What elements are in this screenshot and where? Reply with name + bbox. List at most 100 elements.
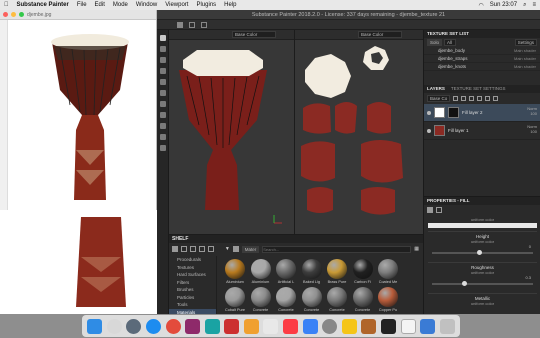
material-item[interactable]: Baked Lig <box>300 259 324 285</box>
paint-brush-icon[interactable] <box>159 35 166 41</box>
material-item[interactable]: Aluminium <box>249 259 273 285</box>
grid-icon[interactable] <box>177 22 183 28</box>
menu-window[interactable]: Window <box>136 2 157 8</box>
tab-layers[interactable]: LAYERS <box>427 85 445 93</box>
settings-dropdown[interactable]: Settings <box>514 39 537 46</box>
eraser-icon[interactable] <box>159 46 166 52</box>
import-icon[interactable] <box>189 246 196 252</box>
folder-icon[interactable] <box>172 246 178 252</box>
category-tools[interactable]: Tools <box>169 301 216 309</box>
add-layer-icon[interactable] <box>453 96 459 101</box>
shelf-search-input[interactable] <box>262 245 412 253</box>
layer-row[interactable]: Fill layer 1 Norm 100 <box>424 122 540 140</box>
viewport-2d[interactable]: Base Color <box>295 30 423 234</box>
calendar-icon[interactable] <box>243 318 259 334</box>
roughness-slider-knob[interactable] <box>462 281 468 286</box>
base-color-swatch[interactable] <box>428 223 537 228</box>
material-item[interactable]: Cobalt Pure <box>223 286 247 313</box>
system-preferences-icon[interactable] <box>322 318 338 334</box>
height-slider[interactable] <box>432 250 533 255</box>
channels-icon[interactable] <box>436 207 442 213</box>
add-fill-icon[interactable] <box>461 96 467 101</box>
menu-edit[interactable]: Edit <box>95 2 105 8</box>
clock[interactable]: Sun 23:07 <box>490 2 517 8</box>
wifi-icon[interactable]: ◠ <box>479 2 484 9</box>
clone-icon[interactable] <box>159 90 166 96</box>
material-item[interactable]: Aluminium <box>223 259 247 285</box>
safari-icon[interactable] <box>146 318 162 334</box>
solo-button[interactable]: Solo <box>427 39 443 46</box>
grid-view-icon[interactable]: ▦ <box>414 246 419 252</box>
mudbox-icon[interactable] <box>204 318 220 334</box>
butterfly-icon[interactable] <box>361 318 377 334</box>
material-item[interactable]: Copper Pu <box>376 286 400 313</box>
new-folder-icon[interactable] <box>180 246 187 252</box>
material-item[interactable]: Brass Pure <box>325 259 349 285</box>
filter-tag[interactable]: Mater <box>241 245 260 253</box>
texture-set-row[interactable]: djembe_straps Main shader <box>424 55 540 63</box>
window-layout-icon[interactable] <box>189 22 195 28</box>
material-item[interactable]: Concrete <box>351 286 375 313</box>
layer-row[interactable]: Fill layer 2 Norm 100 <box>424 104 540 122</box>
texture-set-shader[interactable]: Main shader <box>514 55 536 63</box>
height-slider-knob[interactable] <box>477 250 483 255</box>
menu-viewport[interactable]: Viewport <box>165 2 188 8</box>
category-filters[interactable]: Filters <box>169 279 216 287</box>
texture-set-row[interactable]: djembe_body Main shader <box>424 47 540 55</box>
bake-icon[interactable] <box>159 112 166 118</box>
chrome-icon[interactable] <box>165 318 181 334</box>
texture-set-shader[interactable]: Main shader <box>514 47 536 55</box>
visibility-icon[interactable] <box>427 128 431 133</box>
filter-icon[interactable]: ▼ <box>225 246 230 252</box>
trash-icon[interactable] <box>439 318 455 334</box>
layer-mask-thumbnail[interactable] <box>448 107 459 118</box>
roughness-slider[interactable] <box>432 281 533 286</box>
picker-icon[interactable] <box>159 101 166 107</box>
layer-channel-select[interactable]: Base Co <box>427 95 451 102</box>
app-store-icon[interactable] <box>302 318 318 334</box>
material-item[interactable]: Concrete <box>249 286 273 313</box>
minimize-icon[interactable] <box>11 12 16 17</box>
material-item[interactable]: Coated Me <box>376 259 400 285</box>
category-particles[interactable]: Particles <box>169 294 216 302</box>
list-view-icon[interactable] <box>232 246 239 252</box>
category-procedurals[interactable]: Procedurals <box>169 256 216 264</box>
downloads-icon[interactable] <box>420 318 436 334</box>
split-view-icon[interactable] <box>201 22 207 28</box>
settings-icon[interactable] <box>207 246 214 252</box>
material-item[interactable]: Carbon Fi <box>351 259 375 285</box>
zoom-icon[interactable] <box>19 12 24 17</box>
visibility-icon[interactable] <box>427 110 431 115</box>
menu-mode[interactable]: Mode <box>113 2 128 8</box>
maya-icon[interactable] <box>185 318 201 334</box>
preview-app-icon[interactable] <box>400 318 416 334</box>
menu-plugins[interactable]: Plugins <box>196 2 216 8</box>
material-mode-icon[interactable] <box>427 207 433 213</box>
finder-icon[interactable] <box>87 318 103 334</box>
substance-icon[interactable] <box>224 318 240 334</box>
material-item[interactable]: Artificial L <box>274 259 298 285</box>
refresh-icon[interactable] <box>198 246 205 252</box>
texture-set-row[interactable]: djembe_knots Main shader <box>424 63 540 71</box>
material-item[interactable]: Concrete <box>325 286 349 313</box>
roughness-value[interactable]: 0.3 <box>428 275 537 280</box>
category-hard-surfaces[interactable]: Hard Surfaces <box>169 271 216 279</box>
script-editor-icon[interactable] <box>341 318 357 334</box>
viewport-3d-channel-select[interactable]: Base Color <box>232 31 276 38</box>
height-value[interactable]: 0 <box>428 244 537 249</box>
menu-list-icon[interactable]: ≡ <box>532 2 536 8</box>
menu-app-name[interactable]: Substance Painter <box>17 2 69 8</box>
tab-texture-set-settings[interactable]: TEXTURE SET SETTINGS <box>451 85 506 93</box>
photos-icon[interactable] <box>263 318 279 334</box>
polygon-fill-icon[interactable] <box>159 68 166 74</box>
category-brushes[interactable]: Brushes <box>169 286 216 294</box>
launchpad-icon[interactable] <box>126 318 142 334</box>
add-effect-icon[interactable] <box>477 96 483 101</box>
projection-icon[interactable] <box>159 57 166 63</box>
camera-icon[interactable] <box>159 123 166 129</box>
music-icon[interactable] <box>283 318 299 334</box>
all-button[interactable]: All <box>444 39 457 46</box>
viewport-3d[interactable]: Base Color <box>169 30 295 234</box>
material-item[interactable]: Concrete <box>300 286 324 313</box>
close-icon[interactable] <box>3 12 8 17</box>
